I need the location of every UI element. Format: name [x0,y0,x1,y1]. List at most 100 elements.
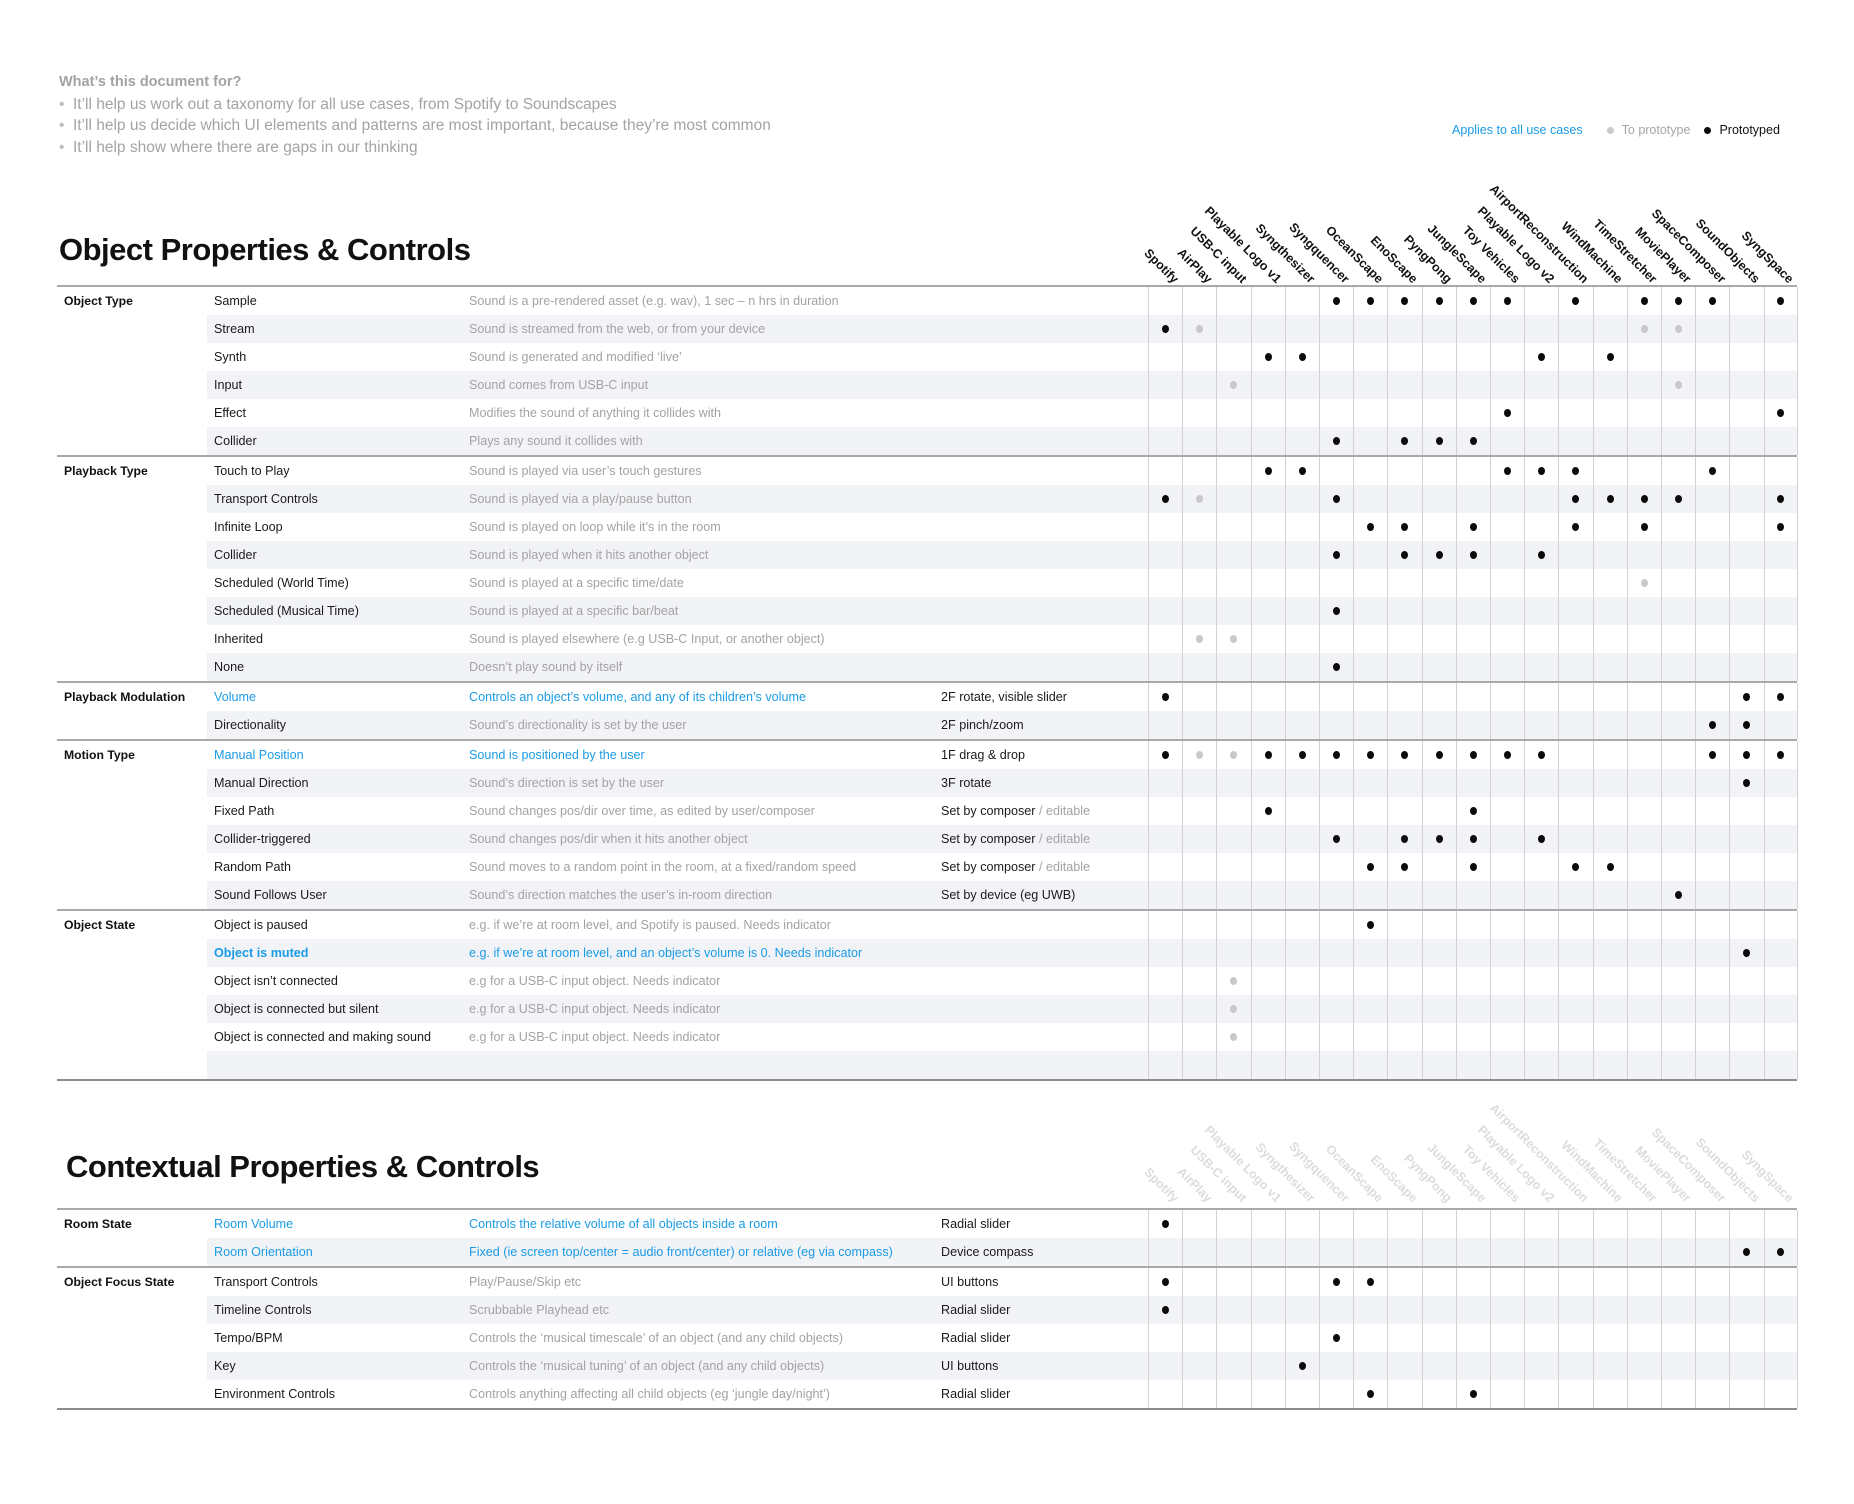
grid-cell [1490,343,1524,371]
grid-cell [1148,1296,1182,1324]
prototyped-dot-icon [1538,353,1546,361]
grid-cell [1182,541,1216,569]
grid-cell [1661,457,1695,485]
prototyped-dot-icon [1743,949,1751,957]
grid-cell [1661,797,1695,825]
to-prototype-dot-icon [1230,977,1238,985]
grid-cell [1763,287,1798,315]
prototyped-dot-icon [1640,523,1648,531]
grid-cell [1763,315,1798,343]
grid-cell [1148,1023,1182,1051]
grid-cell [1558,541,1592,569]
section-title-object-properties: Object Properties & Controls [59,232,471,267]
interaction-suffix: / editable [1035,832,1091,846]
grid-cell [1626,825,1661,853]
grid-cell [1626,1296,1661,1324]
grid-cell [1558,1210,1592,1238]
use-case-grid [1148,683,1798,711]
grid-cell [1182,457,1216,485]
grid-cell [1284,653,1319,681]
grid-cell [1284,1210,1319,1238]
grid-cell [1182,683,1216,711]
grid-cell [1490,513,1524,541]
grid-cell [1353,315,1387,343]
property-description: Sound is played at a specific time/date [469,576,684,590]
property-name: Transport Controls [214,492,318,506]
grid-cell [1455,541,1490,569]
grid-cell [1558,881,1592,909]
grid-cell [1455,911,1490,939]
grid-cell [1284,597,1319,625]
prototyped-dot-icon [1162,693,1170,701]
grid-cell [1216,625,1250,653]
table-row: Object Type Sample Sound is a pre-rendered… [57,287,1798,315]
grid-cell [1182,939,1216,967]
grid-cell [1319,911,1353,939]
property-name: Touch to Play [214,464,290,478]
grid-cell [1763,881,1798,909]
grid-cell [1661,769,1695,797]
grid-cell [1490,967,1524,995]
grid-cell [1182,1296,1216,1324]
grid-cell [1353,371,1387,399]
grid-cell [1148,711,1182,739]
prototyped-dot-icon [1401,551,1409,559]
category-label: Room State [64,1217,132,1231]
grid-cell [1729,1210,1763,1238]
column-label: JungleScape [1424,1140,1489,1205]
grid-cell [1387,399,1421,427]
grid-cell [1319,343,1353,371]
grid-cell [1490,1023,1524,1051]
grid-cell [1455,625,1490,653]
grid-cell [1421,343,1456,371]
grid-cell [1695,625,1729,653]
category-label: Motion Type [64,748,135,762]
property-name: Collider-triggered [214,832,311,846]
grid-cell [1250,995,1285,1023]
grid-cell [1626,741,1661,769]
prototyped-dot-icon [1538,551,1546,559]
grid-cell [1763,797,1798,825]
grid-cell [1490,881,1524,909]
grid-cell [1524,797,1558,825]
property-description: Controls an object’s volume, and any of … [469,690,806,704]
table-row: Effect Modifies the sound of anything it … [57,399,1798,427]
grid-cell [1626,287,1661,315]
grid-cell [1695,683,1729,711]
grid-cell [1695,711,1729,739]
prototyped-dot-icon [1298,467,1306,475]
grid-cell [1182,1238,1216,1266]
grid-cell [1216,769,1250,797]
grid-cell [1524,1051,1558,1079]
grid-cell [1524,541,1558,569]
grid-cell [1455,939,1490,967]
grid-cell [1490,1352,1524,1380]
grid-cell [1421,569,1456,597]
grid-cell [1729,315,1763,343]
grid-cell [1524,427,1558,455]
use-case-grid [1148,485,1798,513]
property-name: Random Path [214,860,292,874]
property-description: Controls the relative volume of all obje… [469,1217,778,1231]
grid-cell [1421,1023,1456,1051]
grid-cell [1763,711,1798,739]
grid-cell [1387,597,1421,625]
grid-cell [1182,711,1216,739]
grid-cell [1558,797,1592,825]
grid-cell [1319,653,1353,681]
grid-cell [1284,711,1319,739]
grid-cell [1353,825,1387,853]
grid-cell [1626,513,1661,541]
grid-cell [1524,741,1558,769]
grid-cell [1558,625,1592,653]
grid-cell [1626,399,1661,427]
grid-cell [1626,1210,1661,1238]
table-row: Room Orientation Fixed (ie screen top/cen… [57,1238,1798,1266]
use-case-grid [1148,1238,1798,1266]
grid-cell [1421,485,1456,513]
column-label: Spotify [1141,1165,1182,1205]
property-description: e.g for a USB-C input object. Needs indi… [469,1030,721,1044]
grid-cell [1182,741,1216,769]
grid-cell [1353,1296,1387,1324]
grid-cell [1387,995,1421,1023]
